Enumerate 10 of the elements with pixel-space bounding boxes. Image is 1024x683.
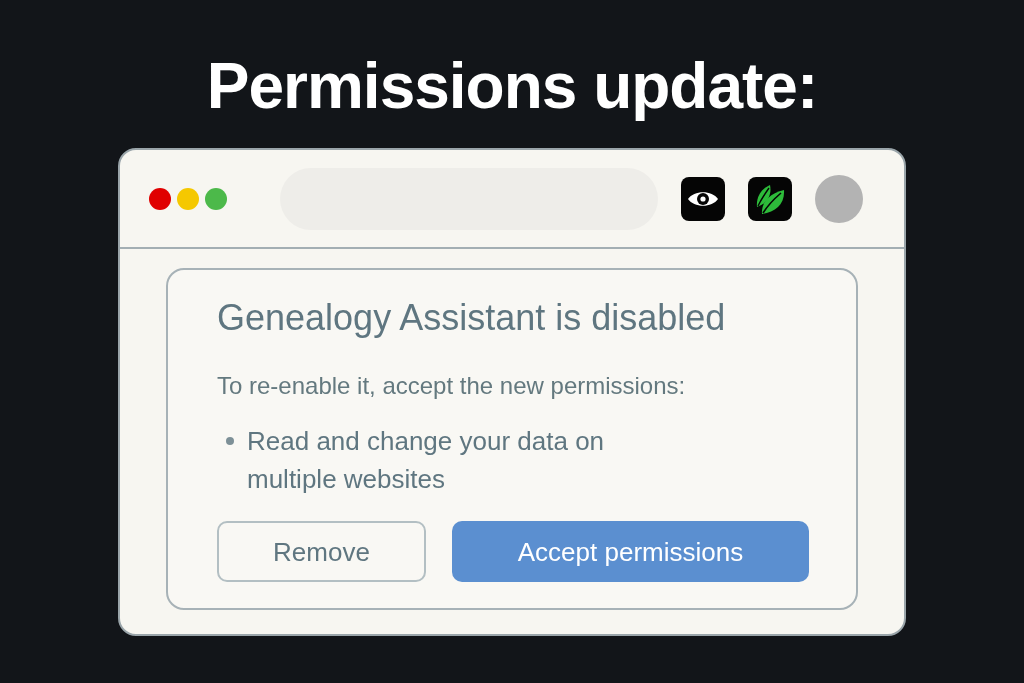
accept-button[interactable]: Accept permissions bbox=[452, 521, 809, 582]
eye-icon[interactable] bbox=[681, 176, 725, 221]
bullet-icon bbox=[226, 437, 234, 445]
headline: Permissions update: bbox=[206, 49, 818, 124]
remove-button[interactable]: Remove bbox=[217, 521, 426, 582]
dialog-title: Genealogy Assistant is disabled bbox=[217, 296, 727, 340]
avatar-icon[interactable] bbox=[815, 174, 863, 223]
leaf-icon[interactable] bbox=[748, 176, 792, 221]
dialog-message: To re-enable it, accept the new permissions: bbox=[217, 371, 687, 401]
permission-text: Read and change your data on multiple websites bbox=[247, 425, 606, 496]
